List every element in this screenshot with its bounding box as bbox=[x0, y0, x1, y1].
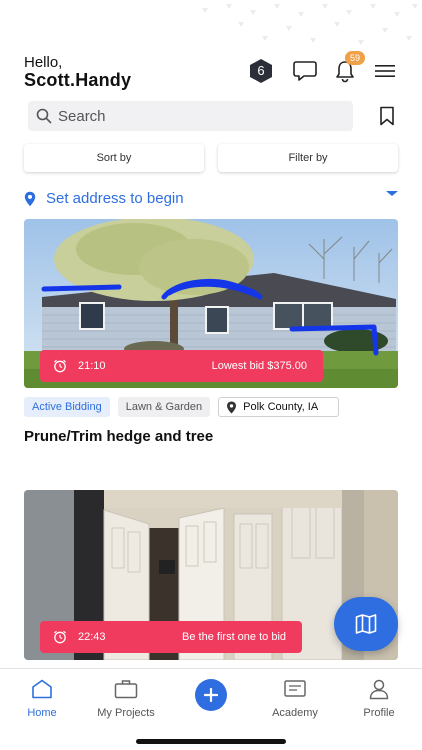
search-icon bbox=[36, 108, 52, 124]
briefcase-icon bbox=[114, 680, 138, 699]
time-remaining: 22:43 bbox=[78, 631, 106, 643]
tab-my-projects[interactable]: My Projects bbox=[84, 677, 168, 719]
sort-button[interactable]: Sort by bbox=[24, 144, 204, 172]
decorative-pattern bbox=[202, 4, 418, 45]
status-badge: Active Bidding bbox=[24, 397, 110, 417]
tab-label: Profile bbox=[363, 707, 395, 719]
messages-button[interactable] bbox=[292, 58, 318, 84]
alarm-clock-icon bbox=[54, 359, 66, 373]
app-screen: Hello, Scott.Handy 6 59 Search Sort by F… bbox=[0, 0, 422, 750]
saved-button[interactable] bbox=[376, 105, 398, 127]
bid-status-text: Be the first one to bid bbox=[182, 631, 286, 643]
time-remaining: 21:10 bbox=[78, 360, 106, 372]
tab-home[interactable]: Home bbox=[0, 677, 84, 719]
home-icon bbox=[32, 679, 52, 699]
location-pin-icon bbox=[227, 401, 237, 414]
level-badge[interactable]: 6 bbox=[248, 58, 274, 84]
bid-timer-bar: 22:43 Be the first one to bid bbox=[40, 621, 302, 653]
location-pin-icon bbox=[24, 191, 36, 207]
sort-filter-row: Sort by Filter by bbox=[24, 144, 398, 172]
greeting-text: Hello, bbox=[24, 54, 63, 71]
bookmark-icon bbox=[380, 106, 394, 126]
job-title[interactable]: Prune/Trim hedge and tree bbox=[24, 428, 213, 445]
username: Scott.Handy bbox=[24, 70, 132, 90]
header-actions: 6 59 bbox=[248, 51, 398, 84]
tab-label: My Projects bbox=[97, 707, 155, 719]
plus-icon bbox=[204, 688, 218, 702]
filter-button[interactable]: Filter by bbox=[218, 144, 398, 172]
search-input[interactable] bbox=[58, 101, 338, 131]
location-text: Polk County, IA bbox=[243, 401, 319, 413]
tab-label: Academy bbox=[272, 707, 318, 719]
search-row bbox=[28, 101, 398, 131]
alarm-clock-icon bbox=[54, 630, 66, 644]
menu-button[interactable] bbox=[372, 58, 398, 84]
job-photo-house: 21:10 Lowest bid $375.00 bbox=[24, 219, 398, 388]
header: Hello, Scott.Handy 6 59 bbox=[24, 51, 398, 92]
chat-icon bbox=[293, 61, 317, 81]
tab-profile[interactable]: Profile bbox=[337, 677, 421, 719]
search-box[interactable] bbox=[28, 101, 353, 131]
lowest-bid-text: Lowest bid $375.00 bbox=[211, 360, 307, 372]
level-badge-value: 6 bbox=[257, 63, 265, 78]
notifications-button[interactable]: 59 bbox=[332, 51, 365, 84]
job-card[interactable]: 21:10 Lowest bid $375.00 Active Bidding … bbox=[24, 219, 398, 445]
job-tags: Active Bidding Lawn & Garden Polk County… bbox=[24, 397, 340, 417]
home-indicator bbox=[136, 739, 286, 744]
tab-label: Home bbox=[27, 707, 57, 719]
academy-icon bbox=[284, 680, 306, 697]
notification-count-badge: 59 bbox=[345, 51, 365, 65]
hamburger-menu-icon bbox=[375, 65, 395, 77]
bottom-tab-bar: Home My Projects Academy Profile bbox=[0, 668, 422, 750]
address-selector[interactable]: Set address to begin bbox=[24, 188, 398, 210]
category-badge: Lawn & Garden bbox=[117, 397, 211, 417]
map-view-button[interactable] bbox=[334, 597, 398, 651]
profile-icon bbox=[369, 679, 389, 700]
address-label: Set address to begin bbox=[46, 190, 184, 207]
location-badge: Polk County, IA bbox=[218, 397, 340, 417]
bid-timer-bar: 21:10 Lowest bid $375.00 bbox=[40, 350, 323, 382]
chevron-down-icon bbox=[386, 191, 398, 196]
tab-academy[interactable]: Academy bbox=[253, 677, 337, 719]
map-icon bbox=[355, 614, 377, 634]
add-project-button[interactable] bbox=[195, 679, 227, 711]
